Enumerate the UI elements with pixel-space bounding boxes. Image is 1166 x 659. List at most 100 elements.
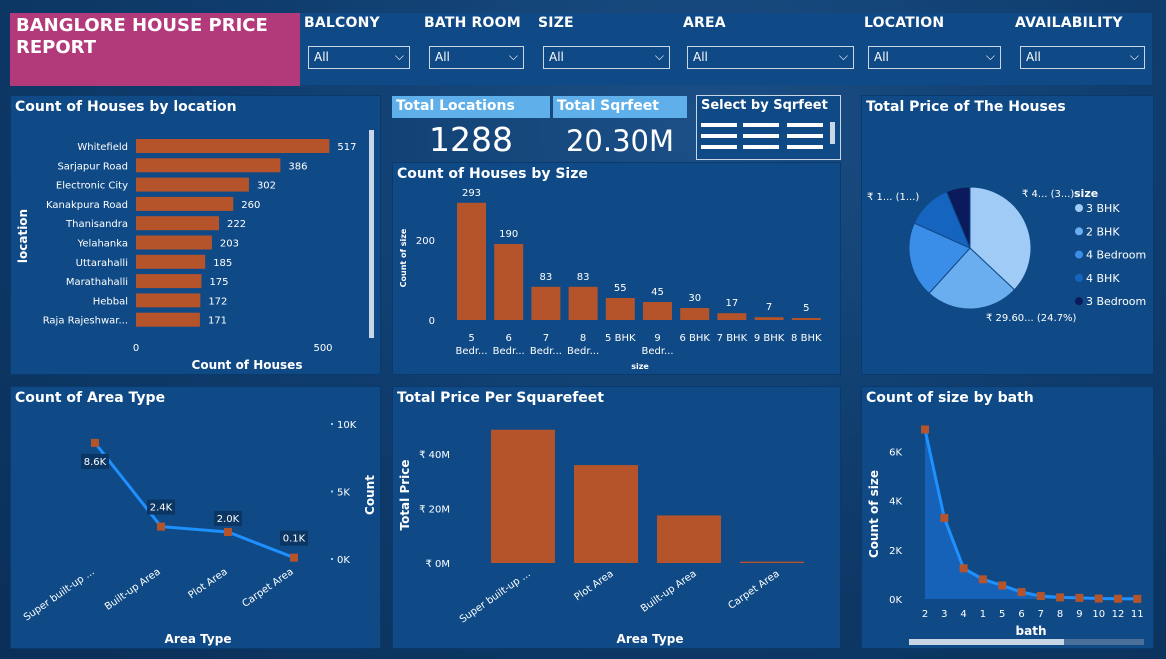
data-label: 8.6K [84,457,107,468]
data-label: 172 [208,296,227,307]
sqrfeet-slicer: Select by Sqrfeet [696,95,841,160]
price-pie-chart: ₹ 4... (3...) ₹ 29.60... (24.7%) ₹ 1... (1… [867,186,1146,324]
y-axis-title: Total Price [398,459,412,530]
data-label: 203 [220,239,239,250]
bar [136,139,330,153]
filter-label-size: SIZE [538,15,574,31]
price-pie-panel: Total Price of The Houses ₹ 4... (3...) ₹… [861,95,1154,375]
point [1114,594,1122,603]
tick-label: Sarjapur Road [57,161,128,172]
point [921,425,929,434]
bar [574,465,638,563]
filter-label-location: LOCATION [864,15,945,31]
location-dropdown[interactable]: All ⌵ [868,46,1001,69]
filter-label-bathroom: BATH ROOM [424,15,521,31]
chevron-down-icon: ⌵ [654,49,664,63]
point [1036,592,1045,601]
data-label: 175 [209,277,228,288]
size-dropdown[interactable]: All ⌵ [543,46,670,69]
data-label: 302 [257,181,276,192]
point [224,528,232,536]
tick-label: 10K [337,420,357,431]
balcony-dropdown[interactable]: All ⌵ [308,46,410,69]
size-dropdown-value: All [549,50,564,64]
y-axis-title: Count of size [867,470,881,558]
tick-label: Built-up Area [103,566,163,612]
tick-label: 9 [1076,609,1082,620]
price-sqft-panel: Total Price Per Squarefeet ₹ 40M ₹ 20M ₹ 0… [392,386,841,649]
tick-label: Bedr... [641,346,673,357]
bar [136,196,234,211]
tick-label: Uttarahalli [76,258,128,269]
tick-label: Whitefield [77,142,128,153]
tick-label: Bedr... [493,346,525,357]
total-sqrfeet-label: Total Sqrfeet [553,96,687,118]
total-locations-card: Total Locations 1288 [392,96,550,160]
filter-label-balcony: BALCONY [304,15,380,31]
tick-label: 3 [941,609,947,620]
data-label: 185 [213,258,232,269]
data-label: 293 [462,188,481,199]
tick-label: 7 [1038,609,1044,620]
scrollbar [369,130,374,338]
data-label: 83 [540,272,553,283]
bar [136,216,220,231]
bath-chart: 6K 4K 2K 0K Count of size 2 3 4 1 5 6 7 8 9 10 12 11 bath [867,425,1144,645]
data-label: 7 [766,302,772,313]
bar [136,293,201,308]
y-axis-title: Count of size [399,228,408,287]
balcony-dropdown-value: All [314,50,329,64]
tick-label: ₹ 0M [425,559,450,570]
legend-label: 3 BHK [1086,202,1120,215]
tick-label: Bedr... [567,346,599,357]
bar [136,235,212,250]
data-label: ₹ 29.60... (24.7%) [986,313,1077,324]
point [91,438,99,447]
tick-label: 5 [999,609,1005,620]
total-sqrfeet-value: 20.30M [565,124,675,158]
point [290,553,298,562]
tick-label: Super built-up ... [458,568,533,625]
tick-label: 0 [429,316,435,327]
bar [680,308,710,320]
bath-panel: Count of size by bath 6K 4K 2K 0K Count of s… [861,386,1154,649]
x-axis-title: size [631,362,649,371]
availability-dropdown[interactable]: All ⌵ [1020,46,1145,69]
y-axis-title: Count [363,475,377,515]
list-icon[interactable] [697,96,842,161]
tick-label: Carpet Area [240,566,295,609]
tick-label: Super built-up ... [22,566,97,623]
x-axis-title: Area Type [617,632,684,646]
tick-label: Hebbal [93,296,128,307]
tick-label: ₹ 20M [419,505,450,516]
total-sqrfeet-card: Total Sqrfeet 20.30M [553,96,687,160]
tick-label: 8 [580,333,586,344]
bar [136,254,206,269]
data-label: 45 [651,287,664,298]
report-title: BANGLORE HOUSE PRICE REPORT [10,13,300,86]
bar [491,429,555,563]
bathroom-dropdown[interactable]: All ⌵ [429,46,524,69]
tick-label: 8 [1057,609,1063,620]
bar [136,274,202,289]
total-locations-label: Total Locations [392,96,550,118]
tick-label: Plot Area [573,568,616,603]
point [157,522,165,531]
legend-marker [1075,250,1083,259]
data-label: 5 [803,303,809,314]
bar [136,158,281,173]
location-chart-panel: Count of Houses by location Whitefield 51… [10,95,381,375]
bathroom-dropdown-value: All [435,50,450,64]
tick-label: Built-up Area [639,568,699,614]
data-label: 386 [288,161,307,172]
area-dropdown[interactable]: All ⌵ [687,46,854,69]
size-chart-panel: Count of Houses by Size 0 200 Count of siz… [392,162,841,375]
tick-label: 500 [313,343,332,354]
tick-label: Plot Area [187,566,230,601]
data-label: 2.0K [217,514,240,525]
scrollbar-thumb[interactable] [909,639,1064,645]
tick-label: Thanisandra [65,219,128,230]
tick-label: 10 [1092,609,1105,620]
tick-label: Electronic City [56,181,128,192]
bar [740,561,804,563]
